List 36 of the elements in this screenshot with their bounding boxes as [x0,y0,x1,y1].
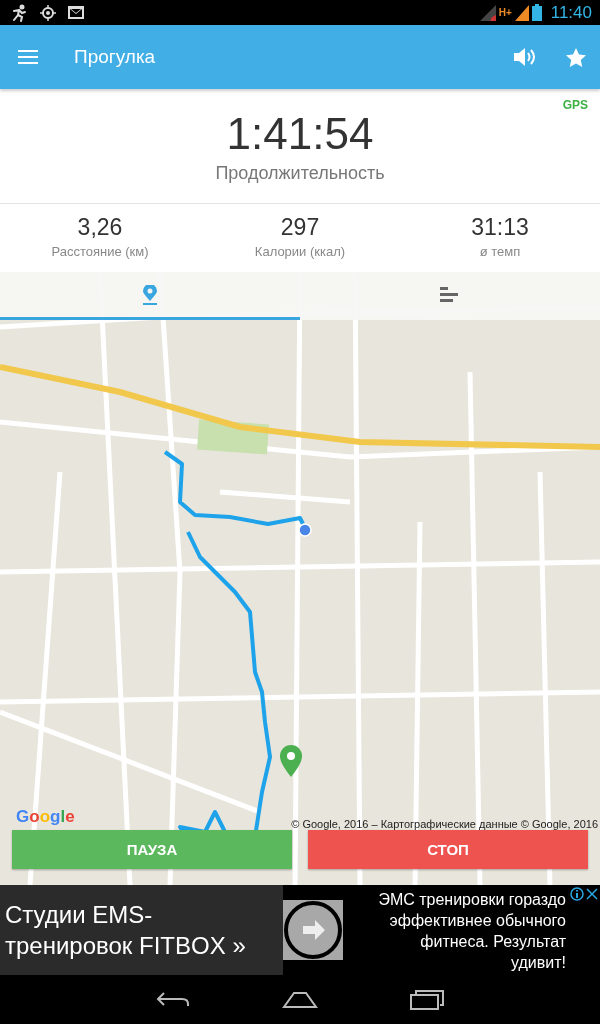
ad-banner[interactable]: Студии EMS-тренировок FITBOX » [0,885,283,975]
gps-indicator: GPS [562,98,588,112]
map-attribution: © Google, 2016 – Картографические данные © Google, 2016 [291,818,598,830]
signal-icon [514,4,529,21]
network-type: H+ [498,7,512,18]
ad-text: ЭМС тренировки гораздо эффективнее обычного фитнеса. Результат удивит! [377,890,566,973]
ad-open-button[interactable] [283,900,343,960]
ad-headline: Студии EMS-тренировок FITBOX » [5,900,247,961]
screen-title: Прогулка [74,46,157,68]
mail-icon [68,6,84,19]
battery-icon [531,4,542,21]
duration-value: 1:41:54 [226,109,374,159]
stat-value: 31:13 [471,214,529,241]
stat-label: ø темп [479,244,521,259]
info-icon[interactable] [570,887,584,901]
clock-time: 11:40 [550,2,592,23]
runner-icon [10,3,28,22]
stat-value: 3,26 [77,214,123,241]
close-icon[interactable] [586,888,598,900]
duration-label: Продолжительность [215,163,385,184]
stat-value: 297 [280,214,320,241]
stop-button[interactable]: СТОП [308,830,588,869]
pause-button[interactable]: ПАУЗА [12,830,292,869]
bar-chart-icon [440,286,460,303]
star-icon [566,47,586,67]
stat-label: Расстояние (км) [51,244,149,259]
location-icon [40,4,56,21]
stat-label: Калории (ккал) [254,244,346,259]
signal-icon [479,4,496,21]
map-pin-icon [142,284,158,305]
park-area [197,419,269,455]
location-dot [298,523,312,537]
map-pin-icon [280,745,302,777]
google-logo: Google [16,807,75,827]
speaker-icon [514,47,536,67]
menu-icon [18,50,38,64]
